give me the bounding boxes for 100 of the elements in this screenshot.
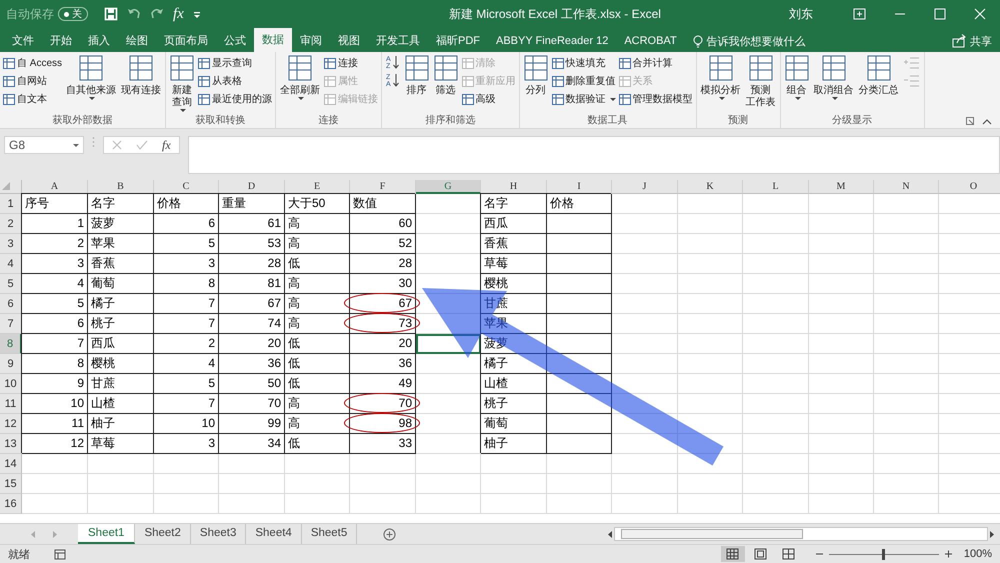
table-cell[interactable]: 菠萝 bbox=[88, 214, 154, 234]
table-cell[interactable]: 低 bbox=[285, 354, 350, 374]
table-cell[interactable]: 葡萄 bbox=[88, 274, 154, 294]
row-header[interactable]: 16 bbox=[0, 494, 22, 514]
ribbon-tab[interactable]: ACROBAT bbox=[616, 30, 685, 52]
active-cell[interactable] bbox=[416, 334, 481, 354]
table-cell[interactable]: 柚子 bbox=[88, 414, 154, 434]
ribbon-tab[interactable]: 页面布局 bbox=[156, 30, 216, 52]
table-cell[interactable]: 2 bbox=[154, 334, 219, 354]
table-cell[interactable]: 8 bbox=[22, 354, 88, 374]
table-cell[interactable]: 价格 bbox=[547, 194, 612, 214]
zoom-in-icon[interactable] bbox=[944, 550, 953, 558]
table-cell[interactable]: 山楂 bbox=[481, 374, 547, 394]
view-button[interactable] bbox=[720, 546, 745, 562]
table-cell[interactable]: 名字 bbox=[88, 194, 154, 214]
ribbon-display-icon[interactable] bbox=[853, 8, 866, 20]
table-cell[interactable]: 橘子 bbox=[481, 354, 547, 374]
table-cell[interactable]: 52 bbox=[350, 234, 416, 254]
table-cell[interactable]: 甘蔗 bbox=[481, 294, 547, 314]
row-header[interactable]: 2 bbox=[0, 214, 22, 234]
ribbon-button[interactable]: 现有连接 bbox=[119, 54, 164, 98]
table-cell[interactable]: 3 bbox=[154, 434, 219, 454]
table-cell[interactable]: 低 bbox=[285, 434, 350, 454]
row-header[interactable]: 11 bbox=[0, 394, 22, 414]
undo-icon[interactable] bbox=[127, 7, 141, 21]
ribbon-button[interactable]: 组合 bbox=[782, 54, 811, 101]
table-cell[interactable]: 苹果 bbox=[481, 314, 547, 334]
column-header[interactable]: C bbox=[154, 180, 219, 194]
table-cell[interactable]: 8 bbox=[154, 274, 219, 294]
table-cell[interactable]: 3 bbox=[22, 254, 88, 274]
ribbon-tab[interactable]: 视图 bbox=[330, 30, 368, 52]
insert-function-button[interactable]: fx bbox=[162, 138, 171, 152]
table-cell[interactable]: 西瓜 bbox=[88, 334, 154, 354]
row-header[interactable]: 12 bbox=[0, 414, 22, 434]
table-cell[interactable]: 67 bbox=[219, 294, 285, 314]
table-cell[interactable]: 高 bbox=[285, 214, 350, 234]
row-header[interactable]: 15 bbox=[0, 474, 22, 494]
row-header[interactable]: 1 bbox=[0, 194, 22, 214]
table-cell[interactable]: 甘蔗 bbox=[88, 374, 154, 394]
ribbon-tab[interactable]: 审阅 bbox=[292, 30, 330, 52]
table-cell[interactable]: 5 bbox=[154, 234, 219, 254]
table-cell[interactable]: 苹果 bbox=[88, 234, 154, 254]
ribbon-tab[interactable]: 插入 bbox=[80, 30, 118, 52]
ribbon-button[interactable]: 高级 bbox=[460, 90, 517, 108]
column-header[interactable]: D bbox=[219, 180, 285, 194]
table-cell[interactable]: 葡萄 bbox=[481, 414, 547, 434]
table-cell[interactable]: 高 bbox=[285, 314, 350, 334]
cancel-icon[interactable] bbox=[112, 140, 122, 150]
ribbon-button[interactable]: 取消组合 bbox=[812, 54, 856, 101]
column-header[interactable]: J bbox=[612, 180, 678, 194]
table-cell[interactable]: 50 bbox=[219, 374, 285, 394]
ribbon-button[interactable]: 排序 bbox=[402, 54, 431, 98]
table-cell[interactable]: 7 bbox=[22, 334, 88, 354]
ribbon-button[interactable]: 全部刷新 bbox=[278, 54, 322, 101]
table-cell[interactable]: 36 bbox=[350, 354, 416, 374]
column-header[interactable]: I bbox=[547, 180, 612, 194]
ribbon-button[interactable]: 筛选 bbox=[432, 54, 460, 98]
table-cell[interactable]: 高 bbox=[285, 414, 350, 434]
table-cell[interactable]: 名字 bbox=[481, 194, 547, 214]
autosave-toggle[interactable]: 关 bbox=[58, 7, 88, 21]
horizontal-scrollbar[interactable] bbox=[614, 527, 988, 541]
row-header[interactable]: 4 bbox=[0, 254, 22, 274]
table-cell[interactable]: 9 bbox=[22, 374, 88, 394]
ribbon-button[interactable]: 合并计算 bbox=[618, 54, 694, 72]
table-cell[interactable]: 10 bbox=[154, 414, 219, 434]
table-cell[interactable]: 12 bbox=[22, 434, 88, 454]
column-header[interactable]: G bbox=[416, 180, 481, 194]
table-cell[interactable]: 67 bbox=[350, 294, 416, 314]
table-cell[interactable]: 60 bbox=[350, 214, 416, 234]
table-cell[interactable]: 橘子 bbox=[88, 294, 154, 314]
maximize-icon[interactable] bbox=[934, 8, 946, 20]
ribbon-tab[interactable]: 文件 bbox=[4, 30, 42, 52]
column-header[interactable]: L bbox=[743, 180, 809, 194]
tell-me-box[interactable]: 告诉我你想要做什么 bbox=[692, 30, 806, 52]
column-header[interactable]: O bbox=[939, 180, 1000, 194]
table-cell[interactable]: 2 bbox=[22, 234, 88, 254]
table-cell[interactable]: 重量 bbox=[219, 194, 285, 214]
row-header[interactable]: 9 bbox=[0, 354, 22, 374]
table-cell[interactable]: 34 bbox=[219, 434, 285, 454]
table-cell[interactable]: 20 bbox=[219, 334, 285, 354]
ribbon-button[interactable]: 数据验证 bbox=[550, 90, 617, 108]
table-cell[interactable]: 61 bbox=[219, 214, 285, 234]
table-cell[interactable]: 74 bbox=[219, 314, 285, 334]
insert-function-button[interactable]: fx bbox=[173, 6, 184, 22]
table-cell[interactable]: 桃子 bbox=[481, 394, 547, 414]
table-cell[interactable]: 28 bbox=[219, 254, 285, 274]
sheet-tab[interactable]: Sheet1 bbox=[78, 524, 136, 544]
ribbon-tab[interactable]: 福昕PDF bbox=[428, 30, 488, 52]
table-cell[interactable]: 5 bbox=[154, 374, 219, 394]
table-cell[interactable]: 序号 bbox=[22, 194, 88, 214]
ribbon-button[interactable]: 自其他来源 bbox=[64, 54, 118, 101]
table-cell[interactable]: 20 bbox=[350, 334, 416, 354]
table-cell[interactable]: 4 bbox=[154, 354, 219, 374]
row-header[interactable]: 8 bbox=[0, 334, 22, 354]
ribbon-button[interactable]: 显示查询 bbox=[197, 54, 274, 72]
row-header[interactable]: 7 bbox=[0, 314, 22, 334]
table-cell[interactable]: 1 bbox=[22, 214, 88, 234]
table-cell[interactable]: 高 bbox=[285, 294, 350, 314]
table-cell[interactable]: 香蕉 bbox=[88, 254, 154, 274]
redo-icon[interactable] bbox=[150, 7, 164, 21]
